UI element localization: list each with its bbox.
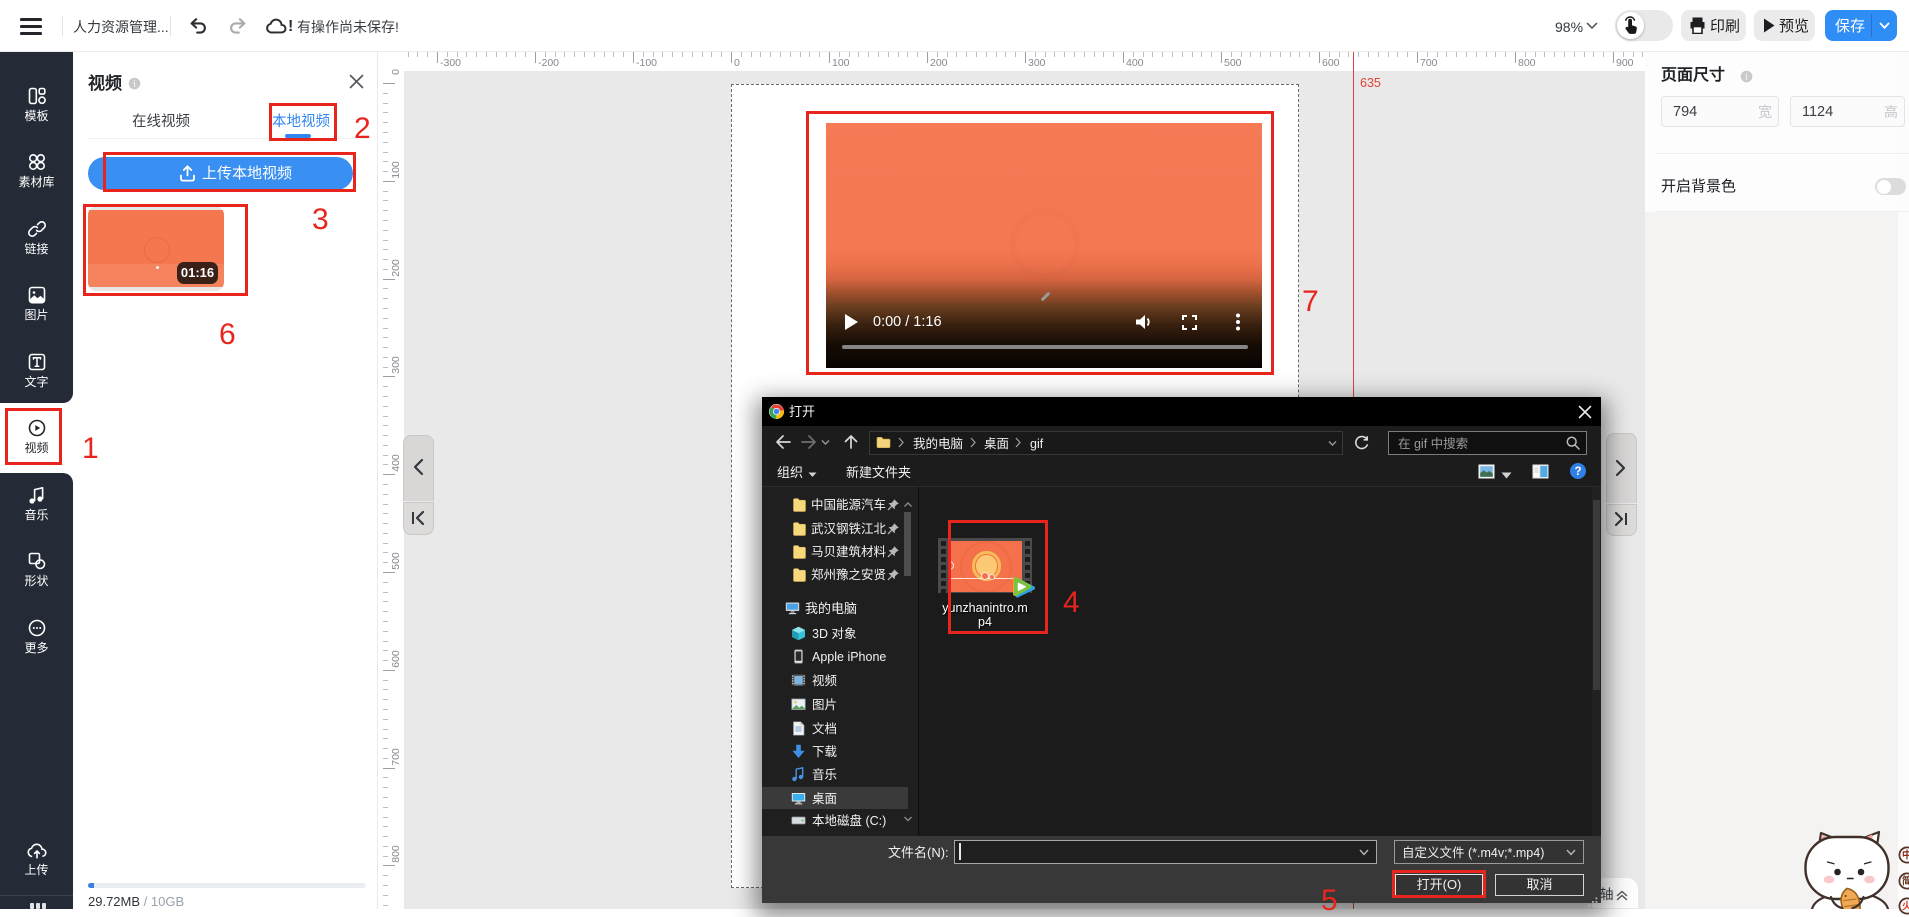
- svg-text:中: 中: [1902, 848, 1909, 861]
- svg-text:火: 火: [1902, 900, 1909, 912]
- svg-text:?: ?: [1574, 466, 1581, 478]
- svg-text:简: 简: [1902, 875, 1909, 888]
